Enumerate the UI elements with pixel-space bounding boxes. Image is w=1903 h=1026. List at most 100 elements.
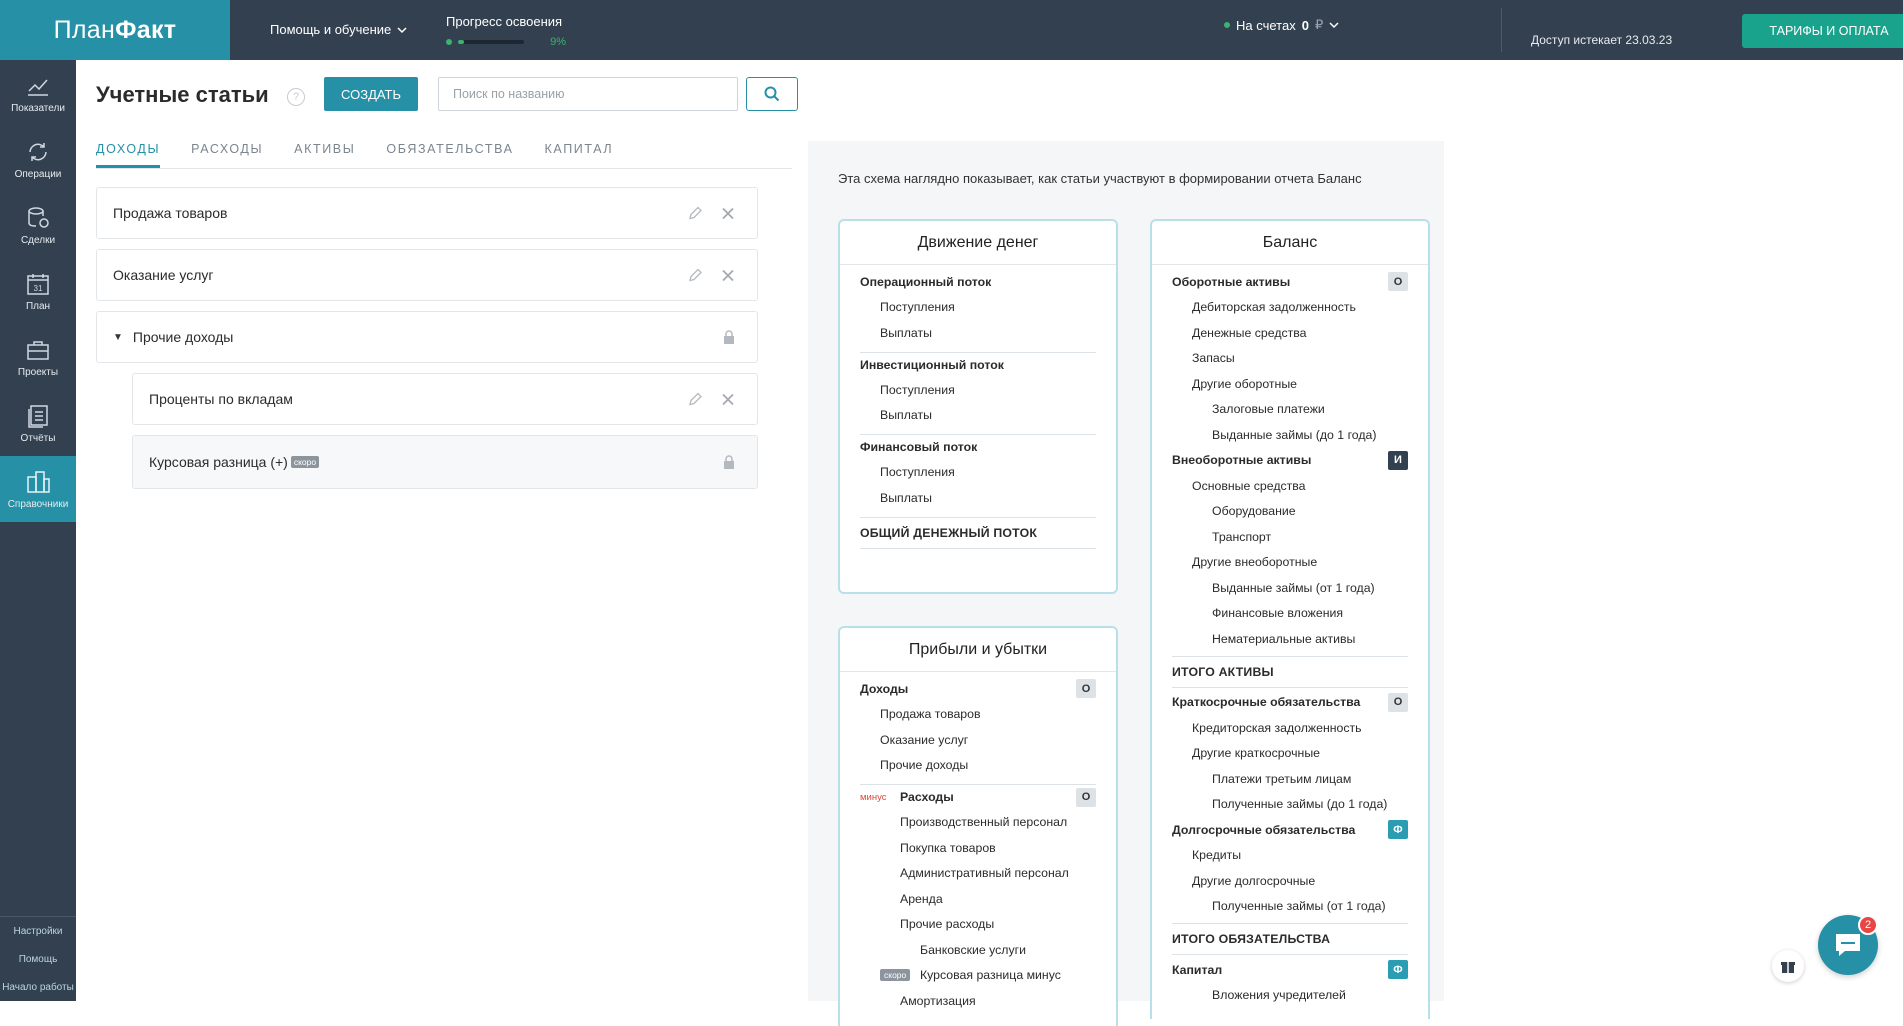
article-name: Продажа товаров (113, 205, 228, 221)
scheme-row: Производственный персонал (900, 815, 1068, 830)
scheme-row: ИТОГО ОБЯЗАТЕЛЬСТВА (1172, 923, 1408, 955)
close-icon[interactable] (721, 268, 735, 282)
top-bar: План Факт Помощь и обучение Прогресс осво… (0, 0, 1903, 60)
scheme-row: Операционный поток (860, 274, 992, 289)
gift-button[interactable] (1772, 950, 1804, 982)
scheme-row: Оказание услуг (880, 732, 969, 747)
list-item[interactable]: ▼ Прочие доходы (96, 311, 758, 363)
tariff-button[interactable]: ТАРИФЫ И ОПЛАТА (1742, 14, 1903, 48)
scheme-row: Вложения учредителей (1212, 988, 1346, 1003)
search-input[interactable] (438, 77, 738, 111)
cashflow-card: Движение денег Операционный поток Поступ… (838, 219, 1118, 594)
scheme-row: Денежные средства (1192, 325, 1307, 340)
scheme-row: Долгосрочные обязательства Ф (1172, 817, 1408, 843)
scheme-row: Доходы О (860, 676, 1096, 702)
sidebar-item-directories[interactable]: Справочники (0, 456, 76, 522)
articles-list: Продажа товаров Оказание услуг ▼ Прочие … (96, 187, 758, 499)
unread-badge: 2 (1858, 915, 1878, 935)
scheme-row: Прочие доходы (880, 758, 969, 773)
scheme-panel: Эта схема наглядно показывает, как стать… (808, 141, 1444, 1026)
access-expiry: Доступ истекает 23.03.23 (1531, 33, 1673, 47)
main-content: Учетные статьи ? СОЗДАТЬ ДОХОДЫ РАСХОДЫ … (76, 60, 1903, 1026)
list-item[interactable]: Оказание услуг (96, 249, 758, 301)
getting-started-link[interactable]: Начало работы (0, 973, 76, 1001)
close-icon[interactable] (721, 392, 735, 406)
tab-income[interactable]: ДОХОДЫ (96, 126, 161, 168)
chart-icon (28, 79, 48, 96)
help-link[interactable]: Помощь (0, 945, 76, 973)
scheme-row: Запасы (1192, 351, 1235, 366)
settings-link[interactable]: Настройки (0, 917, 76, 945)
deals-icon (28, 206, 49, 228)
sidebar-item-dashboard[interactable]: Показатели (0, 60, 76, 126)
status-badge: О (1076, 787, 1096, 807)
soon-badge: скоро (880, 969, 911, 982)
soon-badge: скоро (290, 456, 320, 468)
card-title: Движение денег (840, 221, 1116, 265)
minus-label: минус (860, 791, 887, 803)
scheme-row: Финансовые вложения (1212, 606, 1344, 621)
scheme-row: Краткосрочные обязательства О (1172, 690, 1408, 716)
scheme-row: минус Расходы О (860, 784, 1096, 810)
scheme-row: Транспорт (1212, 529, 1272, 544)
scheme-row: Прочие расходы (900, 917, 995, 932)
help-menu[interactable]: Помощь и обучение (270, 22, 407, 37)
tab-liabilities[interactable]: ОБЯЗАТЕЛЬСТВА (386, 126, 513, 168)
article-name: Прочие доходы (132, 329, 234, 345)
scheme-row: Административный персонал (900, 866, 1069, 881)
help-icon[interactable]: ? (287, 88, 305, 106)
scheme-row: Выплаты (880, 408, 932, 423)
sidebar-item-label: Справочники (7, 498, 69, 510)
accounts-balance[interactable]: На счетах 0 ₽ (1224, 17, 1339, 33)
sidebar-item-projects[interactable]: Проекты (0, 324, 76, 390)
accounts-prefix: На счетах (1236, 17, 1296, 33)
sidebar-item-operations[interactable]: Операции (0, 126, 76, 192)
pencil-icon[interactable] (688, 206, 703, 221)
tab-capital[interactable]: КАПИТАЛ (545, 126, 614, 168)
status-dot (1224, 22, 1230, 28)
page-title: Учетные статьи (96, 82, 269, 107)
close-icon[interactable] (721, 206, 735, 220)
accounts-amount: 0 (1301, 17, 1309, 33)
tab-expenses[interactable]: РАСХОДЫ (191, 126, 263, 168)
status-badge: О (1388, 272, 1408, 292)
reports-icon (28, 404, 48, 428)
sidebar-item-label: Операции (14, 168, 62, 180)
scheme-row: Выданные займы (от 1 года) (1212, 580, 1375, 595)
sidebar-item-deals[interactable]: Сделки (0, 192, 76, 258)
scheme-row: Выданные займы (до 1 года) (1212, 427, 1377, 442)
scheme-row: Кредиторская задолженность (1192, 720, 1362, 735)
scheme-row: ОБЩИЙ ДЕНЕЖНЫЙ ПОТОК (860, 516, 1096, 549)
list-item[interactable]: Продажа товаров (96, 187, 758, 239)
caret-down-icon[interactable]: ▼ (113, 332, 123, 343)
sidebar-item-reports[interactable]: Отчёты (0, 390, 76, 456)
status-badge: О (1388, 692, 1408, 712)
search-button[interactable] (746, 77, 798, 111)
scheme-row: Продажа товаров (880, 707, 981, 722)
learning-progress[interactable]: Прогресс освоения 9% (446, 14, 566, 48)
chevron-down-icon (397, 26, 407, 33)
pencil-icon[interactable] (688, 268, 703, 283)
scheme-row: Банковские услуги (920, 942, 1026, 957)
card-title: Прибыли и убытки (840, 628, 1116, 672)
scheme-row-label: Расходы (900, 790, 954, 805)
list-item[interactable]: Курсовая разница (+) скоро (132, 435, 758, 489)
scheme-row: Полученные займы (от 1 года) (1212, 899, 1386, 914)
currency-sign: ₽ (1314, 17, 1324, 32)
scheme-row: Покупка товаров (900, 840, 996, 855)
scheme-row: Основные средства (1192, 478, 1306, 493)
sidebar: Показатели Операции Сделки 31 План Проек… (0, 60, 76, 1001)
scheme-row-label: Внеоборотные активы (1172, 453, 1312, 468)
logo[interactable]: План Факт (0, 0, 230, 60)
scheme-row: Другие внеоборотные (1192, 555, 1318, 570)
create-button[interactable]: СОЗДАТЬ (324, 77, 418, 111)
scheme-row: Полученные займы (до 1 года) (1212, 797, 1388, 812)
scheme-row: Дебиторская задолженность (1192, 300, 1356, 315)
tab-assets[interactable]: АКТИВЫ (294, 126, 355, 168)
pencil-icon[interactable] (688, 392, 703, 407)
list-item[interactable]: Проценты по вкладам (132, 373, 758, 425)
sidebar-item-label: Проекты (17, 366, 59, 378)
sidebar-item-plan[interactable]: 31 План (0, 258, 76, 324)
scheme-row: ИТОГО АКТИВЫ (1172, 655, 1408, 688)
scheme-row: Выплаты (880, 490, 932, 505)
